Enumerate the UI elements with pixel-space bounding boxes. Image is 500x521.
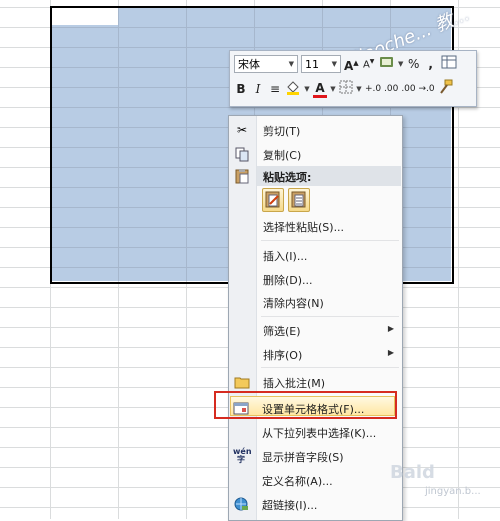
chevron-down-icon: ▼ — [288, 60, 294, 68]
menu-item-label: 清除内容(N) — [263, 297, 324, 310]
paste-options-label: 粘贴选项: — [263, 171, 312, 184]
globe-link-icon — [233, 496, 249, 512]
font-name-value: 宋体 — [238, 58, 260, 71]
clipboard-icon — [234, 168, 250, 188]
shrink-font-button[interactable]: A▼ — [362, 53, 376, 74]
menu-item-sort[interactable]: 排序(O) ▶ — [229, 343, 402, 365]
center-align-icon[interactable]: ≡ — [268, 80, 282, 98]
menu-item-label: 插入批注(M) — [263, 377, 326, 390]
italic-button[interactable]: I — [251, 80, 265, 98]
chevron-down-icon[interactable]: ▼ — [304, 80, 310, 98]
copy-icon — [234, 146, 250, 162]
format-painter-table-icon[interactable] — [441, 54, 457, 75]
highlight-annotation-frame — [214, 391, 397, 419]
chevron-down-icon: ▼ — [331, 60, 337, 68]
grow-font-button[interactable]: A▲ — [344, 54, 359, 75]
menu-item-paste-special[interactable]: 选择性粘贴(S)... — [229, 215, 402, 237]
menu-separator — [261, 367, 399, 368]
menu-item-delete[interactable]: 删除(D)... — [229, 268, 402, 290]
font-name-combo[interactable]: 宋体 ▼ — [234, 55, 298, 73]
menu-item-label: 复制(C) — [263, 149, 302, 162]
menu-item-label: 排序(O) — [263, 349, 303, 362]
watermark-bottom: Baid — [390, 462, 435, 483]
chevron-down-icon[interactable]: ▼ — [398, 55, 404, 73]
menu-separator — [261, 316, 399, 317]
menu-item-insert-comment[interactable]: 插入批注(M) — [229, 371, 402, 393]
comment-folder-icon — [234, 374, 250, 390]
borders-icon[interactable] — [339, 80, 353, 99]
menu-item-label: 显示拼音字段(S) — [262, 451, 344, 464]
paste-values-button[interactable] — [288, 188, 310, 212]
scissors-icon: ✂ — [236, 123, 248, 137]
font-size-value: 11 — [305, 57, 319, 71]
increase-decimal-button[interactable]: +.0 .00 — [365, 80, 398, 98]
watermark-bottom-sub: jingyan.b... — [425, 486, 481, 497]
format-painter-icon[interactable] — [438, 79, 454, 100]
menu-item-label: 从下拉列表中选择(K)... — [262, 427, 377, 440]
percent-button[interactable]: % — [407, 55, 421, 73]
submenu-arrow-icon: ▶ — [387, 324, 394, 333]
menu-item-clear-contents[interactable]: 清除内容(N) — [229, 291, 402, 313]
menu-item-cut[interactable]: ✂ 剪切(T) — [229, 119, 402, 141]
accounting-format-icon[interactable] — [379, 54, 395, 75]
chevron-down-icon[interactable]: ▼ — [330, 80, 336, 98]
menu-item-label: 筛选(E) — [263, 325, 301, 338]
phonetic-icon: wén 字 — [233, 447, 252, 464]
comma-button[interactable]: , — [424, 55, 438, 73]
menu-item-label: 删除(D)... — [263, 274, 313, 287]
menu-item-pick-from-list[interactable]: 从下拉列表中选择(K)... — [228, 421, 401, 443]
menu-item-hyperlink[interactable]: 超链接(I)... — [228, 493, 401, 515]
menu-item-label: 超链接(I)... — [262, 499, 318, 512]
bold-button[interactable]: B — [234, 80, 248, 98]
paste-options-header: 粘贴选项: — [257, 166, 401, 186]
menu-item-label: 定义名称(A)... — [262, 475, 333, 488]
paste-button[interactable] — [262, 188, 284, 212]
mini-toolbar: 宋体 ▼ 11 ▼ A▲ A▼ ▼ % , B I ≡ ▼ A ▼ ▼ +.0 … — [229, 50, 477, 107]
font-color-button[interactable]: A — [313, 81, 327, 98]
menu-item-filter[interactable]: 筛选(E) ▶ — [229, 319, 402, 341]
chevron-down-icon[interactable]: ▼ — [356, 80, 362, 98]
menu-item-define-name[interactable]: 定义名称(A)... — [228, 469, 401, 491]
submenu-arrow-icon: ▶ — [387, 348, 394, 357]
menu-item-label: 插入(I)... — [263, 250, 308, 263]
menu-item-show-phonetic[interactable]: wén 字 显示拼音字段(S) — [228, 445, 401, 467]
decrease-decimal-button[interactable]: .00 →.0 — [401, 80, 434, 98]
menu-item-label: 剪切(T) — [263, 125, 301, 138]
menu-item-insert[interactable]: 插入(I)... — [229, 244, 402, 266]
menu-item-copy[interactable]: 复制(C) — [229, 143, 402, 165]
menu-item-label: 选择性粘贴(S)... — [263, 221, 345, 234]
fill-color-icon[interactable] — [285, 79, 301, 100]
menu-separator — [261, 240, 399, 241]
font-size-combo[interactable]: 11 ▼ — [301, 55, 341, 73]
